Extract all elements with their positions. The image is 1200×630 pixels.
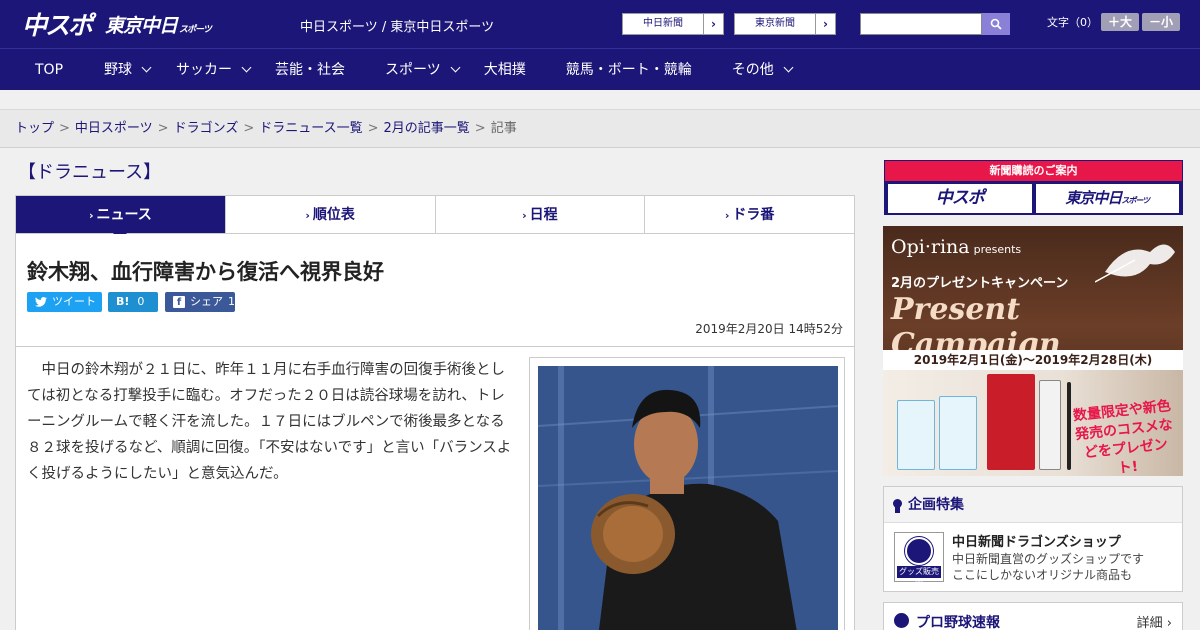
- feature-description: 中日新聞直営のグッズショップです ここにしかないオリジナル商品も: [952, 552, 1145, 582]
- article-header: 鈴木翔、血行障害から復活へ視界良好 ツイート B! 0 f シェア 1 2019…: [15, 234, 855, 347]
- product-bottle: [897, 400, 935, 470]
- tweet-button[interactable]: ツイート: [27, 292, 102, 312]
- font-smaller-button[interactable]: －小: [1142, 13, 1180, 31]
- twitter-icon: [35, 297, 47, 307]
- nav-other[interactable]: その他: [732, 49, 794, 91]
- facebook-share-button[interactable]: f シェア 1: [165, 292, 235, 312]
- chevron-right-icon: ›: [815, 14, 835, 34]
- ad-promo-text: 数量限定や新色発売のコスメなどをプレゼント!: [1072, 398, 1174, 476]
- ad-date-range: 2019年2月1日(金)～2019年2月28日(木): [883, 350, 1183, 370]
- main-nav: TOP 野球 サッカー 芸能・社会 スポーツ 大相撲 競馬・ボート・競輪 その他: [0, 48, 1200, 90]
- nav-racing[interactable]: 競馬・ボート・競輪: [566, 49, 692, 91]
- article-photo-frame: [529, 357, 845, 630]
- article-date: 2019年2月20日 14時52分: [695, 322, 843, 336]
- site-links[interactable]: 中日スポーツ / 東京中日スポーツ: [300, 16, 494, 35]
- product-eyeliner: [1039, 380, 1061, 470]
- article-body: 中日の鈴木翔が２１日に、昨年１１月に右手血行障害の回復手術後としては初となる打撃…: [15, 347, 855, 630]
- breadcrumb-dora-news-list[interactable]: ドラニュース一覧: [259, 121, 362, 136]
- product-bottle: [939, 396, 977, 470]
- facebook-count: 1: [228, 295, 235, 308]
- header-spacer: [0, 90, 1200, 110]
- chevron-down-icon: [450, 62, 461, 73]
- nav-entertainment[interactable]: 芸能・社会: [275, 49, 345, 91]
- product-tattoo-liner: [987, 374, 1035, 470]
- ad-brand: Opi·rina presents: [891, 236, 1022, 258]
- tab-schedule[interactable]: › 日程: [434, 196, 645, 233]
- baseball-live-title: プロ野球速報: [916, 615, 1000, 630]
- breadcrumb-dragons[interactable]: ドラゴンズ: [174, 121, 239, 136]
- breadcrumb-february-articles[interactable]: 2月の記事一覧: [384, 121, 470, 136]
- hatena-bookmark-button[interactable]: B! 0: [108, 292, 158, 312]
- pitcher-photo-illustration: [538, 366, 838, 630]
- breadcrumb-top[interactable]: トップ: [15, 121, 54, 136]
- subscription-chuspo[interactable]: 中スポ: [888, 184, 1032, 213]
- nav-sumo[interactable]: 大相撲: [484, 49, 526, 91]
- nav-soccer[interactable]: サッカー: [176, 49, 252, 91]
- subscription-tokyo-chunichi[interactable]: 東京中日スポーツ: [1035, 184, 1179, 213]
- article-headline: 鈴木翔、血行障害から復活へ視界良好: [27, 260, 384, 284]
- hatena-count: 0: [137, 295, 145, 308]
- logo-tokyo-chunichi: 東京中日 スポーツ: [105, 14, 212, 37]
- subscription-title: 新聞購読のご案内: [885, 161, 1182, 181]
- font-bigger-button[interactable]: ＋大: [1101, 13, 1139, 31]
- feature-section: 企画特集 グッズ販売中 中日新聞ドラゴンズショップ 中日新聞直営のグッズショップ…: [883, 486, 1183, 592]
- baseball-icon: [894, 613, 909, 628]
- feature-title[interactable]: 中日新聞ドラゴンズショップ: [952, 531, 1121, 550]
- search-button[interactable]: [982, 13, 1010, 35]
- mascot-icon: [905, 537, 933, 565]
- nav-top[interactable]: TOP: [35, 49, 63, 91]
- logo-chuspo: 中スポ: [22, 11, 93, 40]
- ad-campaign-title: 2月のプレゼントキャンペーン: [891, 276, 1069, 291]
- subscription-banner[interactable]: 新聞購読のご案内 中スポ 東京中日スポーツ: [884, 160, 1183, 215]
- nav-baseball[interactable]: 野球: [104, 49, 152, 91]
- section-title: 【ドラニュース】: [18, 162, 162, 183]
- chevron-right-icon: ›: [724, 209, 730, 222]
- site-header: 中スポ 東京中日 スポーツ 中日スポーツ / 東京中日スポーツ 中日新聞 › 東京…: [0, 0, 1200, 48]
- tab-news[interactable]: › ニュース: [16, 196, 225, 240]
- feature-heading: 企画特集: [884, 487, 1182, 523]
- chevron-right-icon: ›: [522, 209, 527, 222]
- chevron-right-icon: ›: [305, 209, 310, 222]
- baseball-live-section: プロ野球速報 詳細 ›: [883, 602, 1183, 630]
- tab-standings[interactable]: › 順位表: [224, 196, 435, 233]
- chevron-right-icon: ›: [703, 14, 723, 34]
- facebook-icon: f: [173, 296, 185, 308]
- cupid-icon: [1095, 244, 1175, 283]
- product-pen: [1067, 382, 1071, 470]
- breadcrumb: トップ > 中日スポーツ > ドラゴンズ > ドラニュース一覧 >2月の記事一覧 > 記事: [0, 110, 1200, 148]
- article-photo[interactable]: [538, 366, 838, 630]
- tokyo-shimbun-button[interactable]: 東京新聞 ›: [734, 13, 836, 35]
- breadcrumb-current: 記事: [490, 121, 517, 136]
- chevron-down-icon: [241, 62, 252, 73]
- search-box: [860, 13, 1010, 35]
- search-icon: [990, 18, 1002, 30]
- opirina-ad-banner[interactable]: Opi·rina presents 2月のプレゼントキャンペーン Present …: [883, 226, 1183, 476]
- chevron-right-icon: ›: [88, 209, 94, 222]
- hatena-icon: B!: [116, 295, 130, 308]
- site-logo[interactable]: 中スポ 東京中日 スポーツ: [22, 6, 212, 42]
- search-input[interactable]: [860, 13, 982, 35]
- breadcrumb-chunichi-sports[interactable]: 中日スポーツ: [75, 121, 153, 136]
- dragons-shop-thumbnail[interactable]: グッズ販売中: [894, 532, 944, 588]
- article-text: 中日の鈴木翔が２１日に、昨年１１月に右手血行障害の回復手術後としては初となる打撃…: [27, 362, 512, 482]
- chunichi-shimbun-button[interactable]: 中日新聞 ›: [622, 13, 724, 35]
- baseball-detail-link[interactable]: 詳細 ›: [1137, 612, 1172, 630]
- chevron-down-icon: [783, 62, 794, 73]
- tab-dora-ban[interactable]: › ドラ番: [644, 196, 854, 233]
- nav-sports[interactable]: スポーツ: [385, 49, 461, 91]
- font-size-label: 文字（0）: [1047, 16, 1098, 29]
- chevron-down-icon: [141, 62, 152, 73]
- section-tabs: › ニュース › 順位表 › 日程 › ドラ番: [15, 195, 855, 240]
